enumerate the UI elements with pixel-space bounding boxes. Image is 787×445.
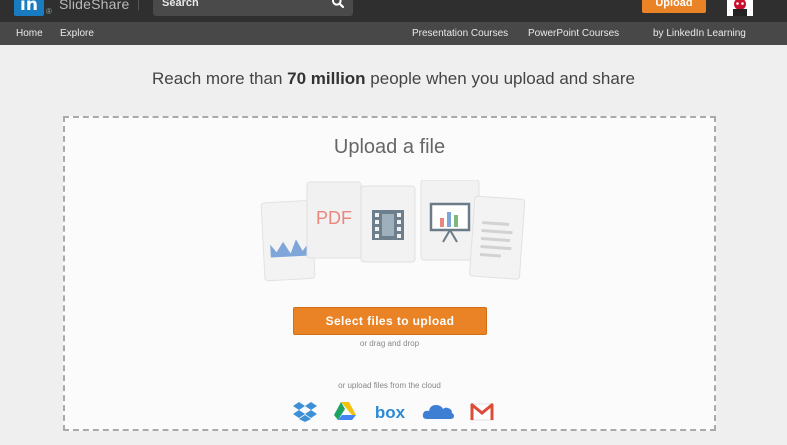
- search-icon[interactable]: [331, 0, 345, 9]
- select-files-button[interactable]: Select files to upload: [293, 307, 487, 335]
- header-divider: [138, 0, 139, 10]
- pdf-file-icon: PDF: [306, 181, 362, 259]
- search-box[interactable]: [153, 0, 353, 16]
- top-bar: in ® SlideShare Upload: [0, 0, 787, 22]
- registered-mark: ®: [46, 7, 52, 16]
- linkedin-logo-icon[interactable]: in: [14, 0, 44, 16]
- google-drive-icon[interactable]: [333, 399, 357, 423]
- box-label: box: [375, 403, 406, 422]
- gmail-icon[interactable]: [469, 399, 495, 423]
- onedrive-icon[interactable]: [421, 399, 455, 423]
- header-upload-button[interactable]: Upload: [642, 0, 706, 13]
- video-file-icon: [360, 185, 416, 263]
- nav-explore[interactable]: Explore: [60, 27, 94, 40]
- box-icon[interactable]: box: [372, 399, 408, 423]
- pdf-label: PDF: [316, 208, 352, 228]
- document-file-icon: [469, 195, 525, 280]
- nav-linkedin-learning[interactable]: by LinkedIn Learning: [653, 27, 746, 40]
- slideshare-logo-text[interactable]: SlideShare: [59, 0, 130, 12]
- file-types-illustration: PDF: [260, 180, 525, 282]
- user-avatar[interactable]: [727, 0, 753, 16]
- nav-powerpoint-courses[interactable]: PowerPoint Courses: [528, 27, 619, 40]
- nav-home[interactable]: Home: [16, 27, 43, 40]
- presentation-file-icon: [420, 180, 480, 261]
- nav-presentation-courses[interactable]: Presentation Courses: [412, 27, 508, 40]
- search-input[interactable]: [162, 0, 322, 11]
- upload-title: Upload a file: [333, 136, 446, 158]
- dropbox-icon[interactable]: [292, 399, 318, 423]
- nav-bar: Home Explore Presentation Courses PowerP…: [0, 22, 787, 45]
- cloud-upload-hint: or upload files from the cloud: [338, 381, 441, 390]
- page-headline: Reach more than 70 million people when y…: [152, 69, 635, 88]
- drag-drop-hint: or drag and drop: [359, 339, 420, 348]
- upload-drop-zone[interactable]: Upload a file PDF Select files to upload…: [63, 116, 716, 431]
